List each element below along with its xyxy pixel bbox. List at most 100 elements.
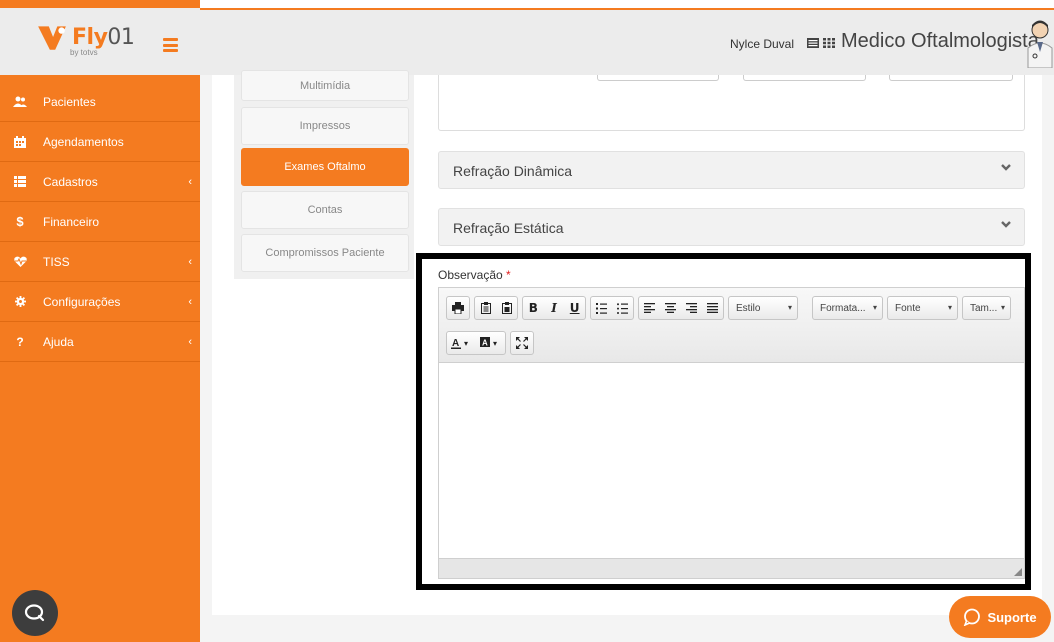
- dollar-icon: $: [16, 214, 24, 229]
- toolbar-group-lists: [590, 296, 634, 320]
- print-icon[interactable]: [447, 297, 469, 319]
- tab-label: Impressos: [299, 120, 351, 132]
- chevron-down-icon[interactable]: ⌄: [1010, 39, 1018, 50]
- exam-fields-card: [438, 75, 1025, 131]
- style-dropdown[interactable]: Estilo ▾: [728, 296, 798, 320]
- sidebar-item-label: TISS: [43, 254, 70, 269]
- chevron-left-icon: ‹: [188, 255, 192, 268]
- tab-label: Contas: [307, 204, 343, 216]
- sidebar-item-financeiro[interactable]: $ Financeiro: [0, 202, 200, 242]
- heartbeat-icon: [13, 255, 27, 269]
- accordion-refracao-estatica[interactable]: Refração Estática: [438, 208, 1025, 246]
- paste-word-icon[interactable]: [496, 297, 517, 319]
- gear-icon: [13, 295, 27, 309]
- exam-field-input[interactable]: [597, 75, 719, 81]
- list-icon: [13, 175, 27, 189]
- toolbar-group-tools: [510, 331, 534, 355]
- svg-text:A: A: [482, 339, 488, 348]
- exam-field-input[interactable]: [889, 75, 1013, 81]
- bold-button[interactable]: B: [523, 297, 544, 319]
- tab-exames-oftalmo[interactable]: Exames Oftalmo: [241, 148, 409, 186]
- brand-mark-icon: [38, 26, 66, 50]
- align-left-icon[interactable]: [639, 297, 660, 319]
- chat-bubble-icon: [964, 608, 981, 626]
- sidebar-item-cadastros[interactable]: Cadastros ‹: [0, 162, 200, 202]
- dropdown-label: Tam...: [970, 303, 998, 314]
- sidebar-item-pacientes[interactable]: Pacientes: [0, 82, 200, 122]
- avatar[interactable]: [1026, 18, 1054, 68]
- brand-byline: by totvs: [70, 48, 98, 57]
- card-list-icon[interactable]: [807, 38, 819, 48]
- text-color-button[interactable]: A ▾: [447, 332, 476, 354]
- tab-contas[interactable]: Contas: [241, 191, 409, 229]
- logo-area: Fly01 by totvs: [0, 8, 200, 75]
- svg-text:▾: ▾: [464, 339, 468, 348]
- align-center-icon[interactable]: [660, 297, 681, 319]
- caret-down-icon: ▾: [1000, 303, 1005, 312]
- sidebar-item-tiss[interactable]: TISS ‹: [0, 242, 200, 282]
- chevron-left-icon: ‹: [188, 175, 192, 188]
- chevron-down-icon: [1001, 164, 1011, 171]
- svg-text:▾: ▾: [493, 339, 497, 348]
- background-color-button[interactable]: A ▾: [476, 332, 505, 354]
- chat-bubbles-icon: [24, 604, 45, 622]
- chat-button[interactable]: [12, 590, 58, 636]
- sidebar-item-label: Ajuda: [43, 334, 74, 349]
- header-bar: Nylce Duval Medico Oftalmologista ⌄: [200, 8, 1054, 75]
- question-icon: ?: [16, 334, 24, 349]
- paste-text-icon[interactable]: [475, 297, 496, 319]
- tab-multimidia[interactable]: Multimídia: [241, 70, 409, 101]
- underline-button[interactable]: U: [564, 297, 585, 319]
- toolbar-group-basic-styles: B I U: [522, 296, 586, 320]
- support-button[interactable]: Suporte: [949, 596, 1051, 638]
- maximize-icon[interactable]: [511, 332, 533, 354]
- sidebar: Fly01 by totvs Pacientes Agendamentos Ca…: [0, 0, 200, 642]
- app-root: Fly01 by totvs Pacientes Agendamentos Ca…: [0, 0, 1054, 642]
- accordion-title: Refração Estática: [453, 220, 564, 236]
- observacao-label: Observação *: [438, 268, 511, 282]
- resize-handle-icon[interactable]: [1014, 568, 1022, 576]
- sidebar-item-label: Pacientes: [43, 94, 96, 109]
- caret-down-icon: ▾: [872, 303, 877, 312]
- tab-label: Multimídia: [299, 79, 351, 92]
- align-right-icon[interactable]: [681, 297, 702, 319]
- calendar-icon: [13, 135, 27, 149]
- toolbar-group-align: [638, 296, 724, 320]
- toolbar-group-colors: A ▾ A ▾: [446, 331, 506, 355]
- sidebar-nav: Pacientes Agendamentos Cadastros ‹ $ Fin…: [0, 82, 200, 362]
- size-dropdown[interactable]: Tam... ▾: [962, 296, 1011, 320]
- tab-impressos[interactable]: Impressos: [241, 107, 409, 145]
- editor-toolbar: B I U Estilo ▾ Formata... ▾ Fonte ▾ Tam.…: [439, 288, 1024, 363]
- chevron-left-icon: ‹: [188, 335, 192, 348]
- sidebar-item-label: Configurações: [43, 294, 121, 309]
- bulleted-list-icon[interactable]: [612, 297, 633, 319]
- accordion-title: Refração Dinâmica: [453, 163, 573, 179]
- sidebar-item-ajuda[interactable]: ? Ajuda ‹: [0, 322, 200, 362]
- menu-toggle-icon[interactable]: [163, 38, 178, 52]
- brand-name: Fly01: [72, 24, 135, 50]
- format-dropdown[interactable]: Formata... ▾: [812, 296, 883, 320]
- brand-suffix: 01: [107, 24, 135, 50]
- grid-icon[interactable]: [823, 38, 835, 48]
- toolbar-group-print: [446, 296, 470, 320]
- numbered-list-icon[interactable]: [591, 297, 612, 319]
- tab-compromissos-paciente[interactable]: Compromissos Paciente: [241, 234, 409, 272]
- accordion-refracao-dinamica[interactable]: Refração Dinâmica: [438, 151, 1025, 189]
- sidebar-item-label: Agendamentos: [43, 134, 124, 149]
- dropdown-label: Estilo: [736, 303, 761, 314]
- sidebar-item-label: Financeiro: [43, 214, 100, 229]
- exam-field-input[interactable]: [743, 75, 866, 81]
- sidebar-item-agendamentos[interactable]: Agendamentos: [0, 122, 200, 162]
- tab-label: Exames Oftalmo: [284, 161, 366, 173]
- user-name[interactable]: Nylce Duval: [730, 37, 794, 51]
- sidebar-item-configuracoes[interactable]: Configurações ‹: [0, 282, 200, 322]
- chevron-down-icon: [1001, 221, 1011, 228]
- italic-button[interactable]: I: [544, 297, 565, 319]
- caret-down-icon: ▾: [947, 303, 952, 312]
- dropdown-label: Formata...: [820, 303, 866, 314]
- align-justify-icon[interactable]: [702, 297, 723, 319]
- editor-statusbar: [439, 558, 1024, 578]
- editor-content-area[interactable]: [439, 364, 1024, 558]
- svg-text:A: A: [452, 338, 459, 349]
- font-dropdown[interactable]: Fonte ▾: [887, 296, 958, 320]
